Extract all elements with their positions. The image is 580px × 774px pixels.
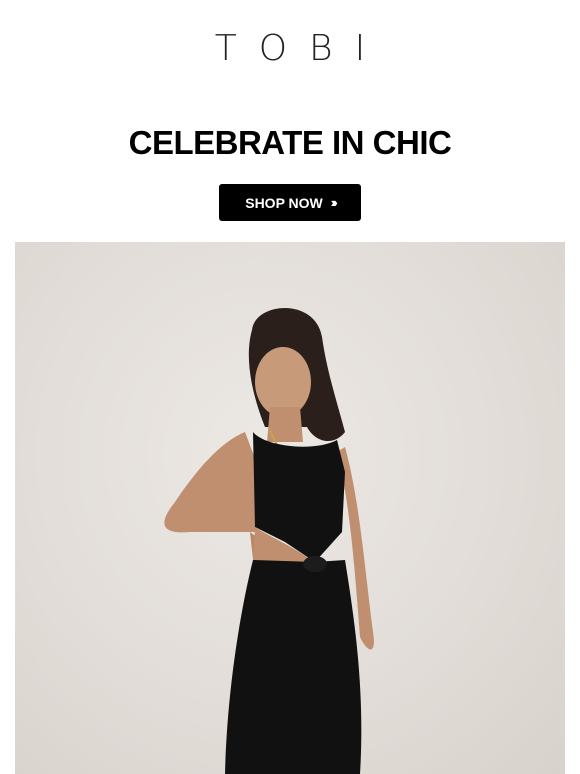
headline: CELEBRATE IN CHIC (128, 124, 452, 161)
chevrons-right-icon: ››› (330, 195, 338, 210)
shop-now-label: SHOP NOW (245, 194, 323, 211)
model-photo (164, 307, 374, 774)
shop-now-button[interactable]: SHOP NOW ››› (219, 184, 361, 221)
hero-image[interactable] (15, 242, 565, 774)
brand-logo[interactable]: TOBI (0, 28, 580, 69)
